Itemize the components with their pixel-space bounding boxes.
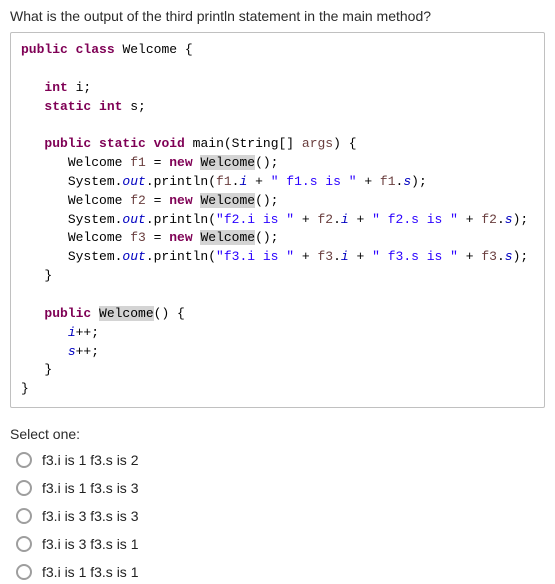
- radio-icon[interactable]: [16, 508, 32, 524]
- radio-icon[interactable]: [16, 536, 32, 552]
- option-row[interactable]: f3.i is 1 f3.s is 2: [16, 448, 545, 472]
- option-label: f3.i is 1 f3.s is 1: [42, 564, 138, 580]
- option-label: f3.i is 1 f3.s is 2: [42, 452, 138, 468]
- option-label: f3.i is 3 f3.s is 1: [42, 536, 138, 552]
- code-block: public class Welcome { int i; static int…: [10, 32, 545, 408]
- select-one-label: Select one:: [10, 426, 545, 442]
- radio-icon[interactable]: [16, 564, 32, 580]
- option-label: f3.i is 3 f3.s is 3: [42, 508, 138, 524]
- option-row[interactable]: f3.i is 1 f3.s is 1: [16, 560, 545, 584]
- radio-icon[interactable]: [16, 480, 32, 496]
- option-row[interactable]: f3.i is 1 f3.s is 3: [16, 476, 545, 500]
- code-content: public class Welcome { int i; static int…: [21, 41, 534, 399]
- question-text: What is the output of the third println …: [10, 8, 545, 24]
- option-row[interactable]: f3.i is 3 f3.s is 3: [16, 504, 545, 528]
- option-row[interactable]: f3.i is 3 f3.s is 1: [16, 532, 545, 556]
- options-list: f3.i is 1 f3.s is 2 f3.i is 1 f3.s is 3 …: [10, 448, 545, 584]
- radio-icon[interactable]: [16, 452, 32, 468]
- option-label: f3.i is 1 f3.s is 3: [42, 480, 138, 496]
